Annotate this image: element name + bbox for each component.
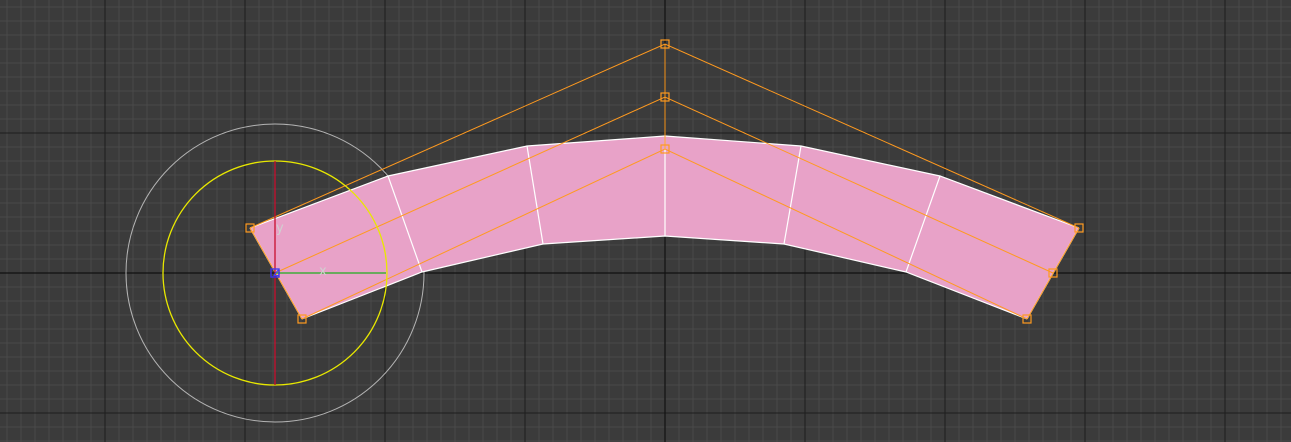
gizmo-x-label: x — [319, 264, 327, 279]
scene-canvas[interactable]: x y z — [0, 0, 1291, 442]
viewport-top[interactable]: x y z — [0, 0, 1291, 442]
gizmo-z-label: z — [273, 265, 280, 280]
gizmo-y-label: y — [276, 221, 284, 236]
